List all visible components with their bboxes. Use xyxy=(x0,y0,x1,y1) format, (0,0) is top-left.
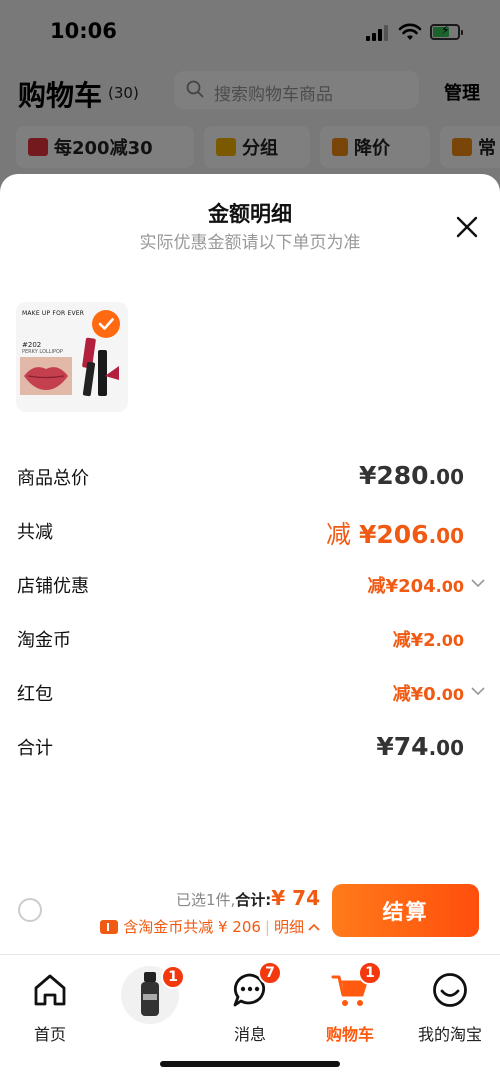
chevron-down-icon[interactable] xyxy=(471,686,485,696)
total-label: 合计: xyxy=(235,891,272,909)
tab-badge: 1 xyxy=(358,961,382,985)
chevron-up-icon[interactable] xyxy=(308,923,320,931)
row-value-store-discount[interactable]: 减¥204.00 xyxy=(368,572,464,598)
check-icon xyxy=(98,318,114,330)
selected-summary: 已选1件,合计:¥ 74 xyxy=(176,886,320,910)
discount-text: 含淘金币共减 ¥ 206 xyxy=(123,918,261,936)
smile-icon xyxy=(433,973,467,1007)
discount-summary: 含淘金币共减 ¥ 206 | 明细 xyxy=(100,916,320,937)
ticket-icon xyxy=(100,919,119,934)
row-label-grand-total: 合计 xyxy=(17,738,53,759)
product-shade-number: #202 xyxy=(22,341,42,349)
home-icon xyxy=(34,974,66,1006)
chevron-down-icon[interactable] xyxy=(471,578,485,588)
product-selected-checkbox[interactable] xyxy=(92,310,120,338)
tab-badge: 7 xyxy=(258,961,282,985)
checkout-button[interactable]: 结算 xyxy=(332,884,479,937)
row-value-taojinbi: 减¥2.00 xyxy=(392,630,464,651)
tab-home[interactable]: 首页 xyxy=(0,965,100,1045)
product-thumbnail[interactable]: MAKE UP FOR EVER #202 PERKY LOLLIPOP xyxy=(16,302,128,412)
sheet-subtitle: 实际优惠金额请以下单页为准 xyxy=(139,233,361,253)
tab-recommended-product[interactable]: 1 xyxy=(100,965,200,1045)
tab-my-taobao[interactable]: 我的淘宝 xyxy=(400,965,500,1045)
lips-swatch-image xyxy=(20,357,72,395)
row-value-total-discount: 减 ¥206.00 xyxy=(326,520,464,549)
selected-count-text: 已选1件, xyxy=(175,891,236,909)
product-brand: MAKE UP FOR EVER xyxy=(22,310,85,317)
sheet-title: 金额明细 xyxy=(208,202,292,226)
tab-label: 我的淘宝 xyxy=(417,1025,482,1044)
lipstick-image xyxy=(82,337,119,397)
tab-messages[interactable]: 7 消息 xyxy=(200,961,300,1045)
detail-toggle-button[interactable]: 明细 xyxy=(274,916,304,937)
row-value-total-price: ¥280.00 xyxy=(358,461,464,490)
price-detail-sheet: 金额明细 实际优惠金额请以下单页为准 MAKE UP FOR EVER #202… xyxy=(0,174,500,954)
row-label-store-discount: 店铺优惠 xyxy=(17,576,89,597)
row-label-total-price: 商品总价 xyxy=(17,468,89,489)
tab-cart[interactable]: 1 购物车 xyxy=(300,961,400,1045)
row-label-red-packet: 红包 xyxy=(17,684,53,705)
close-icon[interactable] xyxy=(454,214,480,240)
row-label-total-discount: 共减 xyxy=(17,522,53,543)
row-value-red-packet[interactable]: 减¥0.00 xyxy=(393,680,464,706)
tab-label: 购物车 xyxy=(325,1025,374,1044)
row-value-grand-total: ¥74.00 xyxy=(376,732,464,761)
tab-label: 首页 xyxy=(33,1025,66,1044)
row-label-taojinbi: 淘金币 xyxy=(17,630,71,651)
divider: | xyxy=(264,917,270,936)
tab-badge: 1 xyxy=(161,965,185,989)
home-indicator xyxy=(160,1061,340,1067)
product-shade-name: PERKY LOLLIPOP xyxy=(22,349,63,355)
tab-label: 消息 xyxy=(233,1025,266,1044)
select-all-checkbox[interactable] xyxy=(18,898,42,922)
total-amount: ¥ 74 xyxy=(271,886,320,910)
